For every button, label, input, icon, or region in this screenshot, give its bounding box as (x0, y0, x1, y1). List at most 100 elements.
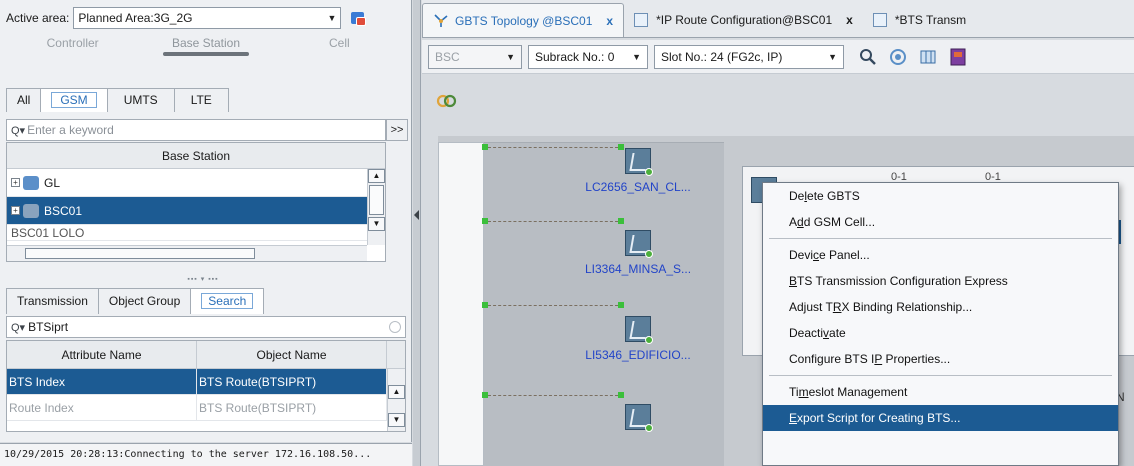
chevron-down-icon: ▼ (632, 51, 641, 62)
tab-search[interactable]: Search (190, 288, 265, 314)
bsc-icon (23, 203, 39, 218)
tab-umts[interactable]: UMTS (106, 88, 175, 112)
menu-item-add-gsm-cell[interactable]: Add GSM Cell... (763, 209, 1118, 235)
bottom-tabs: Transmission Object Group Search (6, 288, 265, 314)
cell-attribute: Route Index (7, 395, 197, 420)
table-row[interactable]: BTS Index BTS Route(BTSIPRT) (7, 369, 405, 395)
bsc-select[interactable]: BSC ▼ (428, 44, 522, 69)
tree-row-label: BSC01 (44, 203, 83, 218)
panel-splitter-grip[interactable]: ▪▪▪ ▾ ▪▪▪ (180, 275, 226, 283)
slot-select-value: Slot No.: 24 (FG2c, IP) (661, 49, 783, 64)
active-area-row: Active area: Planned Area:3G_2G ▼ (6, 6, 367, 30)
search-icon: Q▾ (11, 124, 26, 137)
scope-tabs: Controller Base Station Cell (6, 32, 406, 72)
tab-label: *BTS Transm (894, 13, 967, 27)
port-marker (618, 392, 624, 398)
network-type-tabs: All GSM UMTS LTE (6, 88, 229, 112)
link-rings-icon[interactable] (436, 92, 457, 110)
menu-item-export-script[interactable]: Export Script for Creating BTS... (763, 405, 1118, 431)
search-icon[interactable] (856, 45, 880, 69)
bts-node[interactable]: LC2656_SAN_CL... (568, 148, 708, 194)
table-icon (634, 13, 649, 27)
tab-object-group[interactable]: Object Group (97, 288, 192, 314)
close-icon[interactable]: x (846, 13, 853, 27)
search-icon: Q▾ (11, 321, 26, 334)
table-row[interactable]: Route Index BTS Route(BTSIPRT) (7, 395, 405, 421)
locate-icon[interactable] (886, 45, 910, 69)
link-line (488, 305, 618, 306)
tab-all[interactable]: All (6, 88, 42, 112)
col-attribute-name[interactable]: Attribute Name (7, 341, 197, 368)
scroll-thumb[interactable] (25, 248, 255, 259)
menu-item-device-panel[interactable]: Device Panel... (763, 242, 1118, 268)
active-area-select[interactable]: Planned Area:3G_2G ▼ (73, 7, 342, 29)
menu-item-bts-transmission-express[interactable]: BTS Transmission Configuration Express (763, 268, 1118, 294)
bsc-select-value: BSC (435, 49, 460, 64)
tab-gbts-topology[interactable]: GBTS Topology @BSC01 x (422, 3, 625, 37)
topology-toolbar: BSC ▼ Subrack No.: 0 ▼ Slot No.: 24 (FG2… (422, 40, 1134, 74)
menu-item-delete-gbts[interactable]: Delete GBTS (763, 183, 1118, 209)
slot-select[interactable]: Slot No.: 24 (FG2c, IP) ▼ (654, 44, 844, 69)
tree-horizontal-scrollbar[interactable] (7, 245, 367, 261)
tab-gsm[interactable]: GSM (40, 88, 108, 112)
tab-gsm-label: GSM (51, 92, 97, 108)
bts-icon (625, 316, 653, 344)
expand-icon[interactable]: + (11, 206, 20, 215)
table-icon (872, 13, 887, 27)
cell-object: BTS Route(BTSIPRT) (197, 369, 387, 394)
keyword-search-input[interactable]: Q▾ Enter a keyword (6, 119, 386, 141)
tab-ip-route-config[interactable]: *IP Route Configuration@BSC01 x (624, 3, 863, 37)
bts-node[interactable]: LI3364_MINSA_S... (568, 230, 708, 276)
bts-context-menu: Delete GBTS Add GSM Cell... Device Panel… (762, 182, 1119, 466)
tree-row-bsc01[interactable]: + BSC01 (7, 197, 385, 225)
chevron-down-icon: ▼ (828, 51, 837, 62)
bts-node[interactable] (568, 404, 708, 436)
menu-item-timeslot-management[interactable]: Timeslot Management (763, 379, 1118, 405)
cell-attribute: BTS Index (7, 369, 197, 394)
tab-controller[interactable]: Controller (6, 32, 139, 72)
area-settings-icon[interactable] (349, 9, 367, 27)
tab-cell[interactable]: Cell (273, 32, 406, 72)
close-icon[interactable]: x (606, 14, 613, 28)
bsc-frame (438, 142, 484, 466)
bts-icon (625, 148, 653, 176)
scroll-down-icon[interactable]: ▼ (388, 413, 405, 427)
menu-item-adjust-trx-binding[interactable]: Adjust TRX Binding Relationship... (763, 294, 1118, 320)
tree-vertical-scrollbar[interactable]: ▲ ▼ (367, 169, 385, 245)
scroll-thumb[interactable] (369, 185, 384, 215)
attribute-search-input[interactable]: Q▾ BTSiprt (6, 316, 406, 338)
menu-item-deactivate[interactable]: Deactivate (763, 320, 1118, 346)
globe-icon (23, 175, 39, 190)
link-line (488, 221, 618, 222)
expand-icon[interactable]: + (11, 178, 20, 187)
vertical-splitter[interactable] (413, 0, 421, 466)
tab-transmission[interactable]: Transmission (6, 288, 99, 314)
scroll-up-icon[interactable]: ▲ (368, 169, 385, 183)
expand-more-button[interactable]: >> (386, 119, 408, 141)
tree-row-label: BSC01 LOLO (11, 225, 85, 240)
topology-icon (433, 13, 449, 29)
menu-item-configure-bts-ip[interactable]: Configure BTS IP Properties... (763, 346, 1118, 372)
cell-object: BTS Route(BTSIPRT) (197, 395, 387, 420)
port-marker (618, 218, 624, 224)
scroll-up-icon[interactable]: ▲ (388, 385, 405, 399)
table-vertical-scrollbar[interactable]: ▲ ▼ (387, 369, 405, 431)
col-object-name[interactable]: Object Name (197, 341, 387, 368)
tree-row-partial[interactable]: BSC01 LOLO (7, 225, 385, 241)
clear-icon[interactable] (389, 321, 401, 333)
tab-bts-transmission[interactable]: *BTS Transm (863, 3, 966, 37)
active-area-label: Active area: (6, 11, 70, 25)
canvas-toolbar (422, 76, 1134, 126)
scroll-down-icon[interactable]: ▼ (368, 217, 385, 231)
subrack-select[interactable]: Subrack No.: 0 ▼ (528, 44, 648, 69)
bts-node[interactable]: LI5346_EDIFICIO... (568, 316, 708, 362)
tab-lte[interactable]: LTE (173, 88, 229, 112)
book-icon[interactable] (946, 45, 970, 69)
port-marker (618, 302, 624, 308)
search-results-table: Attribute Name Object Name BTS Index BTS… (6, 340, 406, 432)
tab-label: GBTS Topology @BSC01 (455, 13, 593, 28)
columns-icon[interactable] (916, 45, 940, 69)
tab-base-station[interactable]: Base Station (139, 32, 272, 72)
collapse-arrow-icon[interactable] (414, 210, 419, 220)
tree-row-gl[interactable]: + GL (7, 169, 385, 197)
